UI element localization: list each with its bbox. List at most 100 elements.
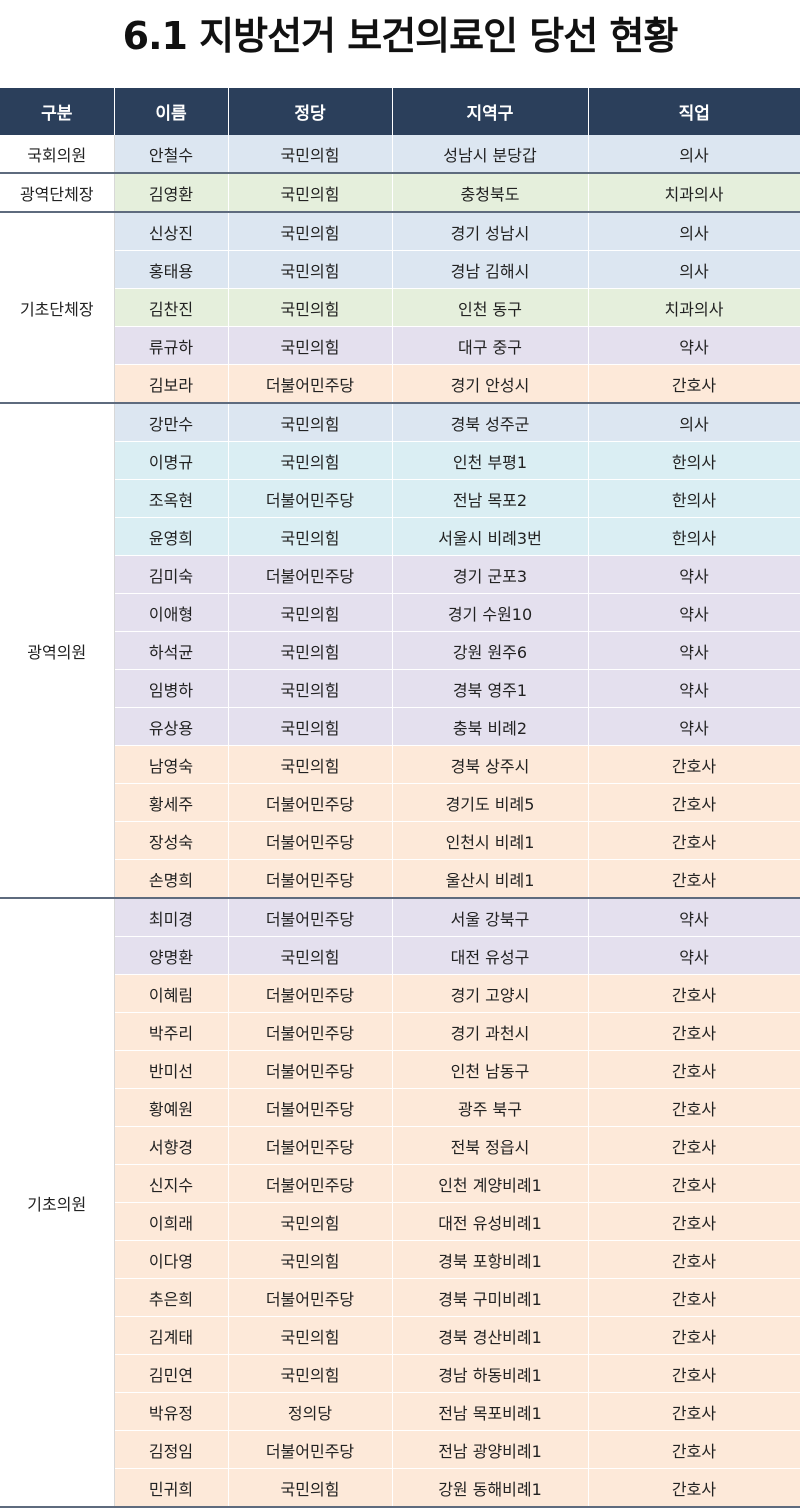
- table-row: 장성숙 더불어민주당 인천시 비례1 간호사: [0, 821, 800, 860]
- header-district: 지역구: [392, 88, 589, 135]
- district-cell: 울산시 비례1: [392, 859, 589, 899]
- table-row: 이혜림 더불어민주당 경기 고양시 간호사: [0, 974, 800, 1013]
- party-cell: 국민의힘: [228, 250, 393, 289]
- table-row: 임병하 국민의힘 경북 영주1 약사: [0, 669, 800, 708]
- table-row: 광역의원 강만수 국민의힘 경북 성주군 의사: [0, 403, 800, 899]
- name-cell: 김영환: [114, 173, 229, 213]
- job-cell: 의사: [588, 212, 800, 251]
- party-cell: 국민의힘: [228, 135, 393, 174]
- job-cell: 간호사: [588, 821, 800, 860]
- table-row: 홍태용 국민의힘 경남 김해시 의사: [0, 250, 800, 289]
- job-cell: 간호사: [588, 1278, 800, 1317]
- job-cell: 한의사: [588, 441, 800, 480]
- name-cell: 장성숙: [114, 821, 229, 860]
- district-cell: 서울시 비례3번: [392, 517, 589, 556]
- party-cell: 국민의힘: [228, 173, 393, 213]
- district-cell: 경기 수원10: [392, 593, 589, 632]
- name-cell: 윤영희: [114, 517, 229, 556]
- job-cell: 의사: [588, 403, 800, 442]
- name-cell: 유상용: [114, 707, 229, 746]
- district-cell: 경기 성남시: [392, 212, 589, 251]
- party-cell: 국민의힘: [228, 593, 393, 632]
- party-cell: 국민의힘: [228, 1202, 393, 1241]
- district-cell: 경북 성주군: [392, 403, 589, 442]
- job-cell: 약사: [588, 555, 800, 594]
- results-table-container: 구분 이름 정당 지역구 직업 국회의원 안철수 국민의힘 성남시 분당갑 의사 광역단체…: [0, 88, 800, 1508]
- job-cell: 의사: [588, 135, 800, 174]
- job-cell: 간호사: [588, 745, 800, 784]
- job-cell: 약사: [588, 593, 800, 632]
- name-cell: 박유정: [114, 1392, 229, 1431]
- party-cell: 국민의힘: [228, 707, 393, 746]
- name-cell: 손명희: [114, 859, 229, 899]
- district-cell: 경기 군포3: [392, 555, 589, 594]
- table-row: 기초단체장 신상진 국민의힘 경기 성남시 의사: [0, 212, 800, 404]
- job-cell: 간호사: [588, 1050, 800, 1089]
- district-cell: 경기도 비례5: [392, 783, 589, 822]
- name-cell: 박주리: [114, 1012, 229, 1051]
- table-row: 이희래 국민의힘 대전 유성비례1 간호사: [0, 1202, 800, 1241]
- job-cell: 간호사: [588, 1430, 800, 1469]
- name-cell: 민귀희: [114, 1468, 229, 1508]
- table-row: 이다영 국민의힘 경북 포항비례1 간호사: [0, 1240, 800, 1279]
- job-cell: 치과의사: [588, 288, 800, 327]
- party-cell: 국민의힘: [228, 631, 393, 670]
- job-cell: 한의사: [588, 479, 800, 518]
- table-row: 민귀희 국민의힘 강원 동해비례1 간호사: [0, 1468, 800, 1508]
- district-cell: 인천 부평1: [392, 441, 589, 480]
- table-row: 이애형 국민의힘 경기 수원10 약사: [0, 593, 800, 632]
- job-cell: 약사: [588, 707, 800, 746]
- district-cell: 충북 비례2: [392, 707, 589, 746]
- party-cell: 더불어민주당: [228, 1126, 393, 1165]
- party-cell: 더불어민주당: [228, 479, 393, 518]
- party-cell: 더불어민주당: [228, 555, 393, 594]
- job-cell: 간호사: [588, 1316, 800, 1355]
- party-cell: 국민의힘: [228, 1354, 393, 1393]
- job-cell: 약사: [588, 936, 800, 975]
- job-cell: 간호사: [588, 1392, 800, 1431]
- job-cell: 간호사: [588, 1240, 800, 1279]
- job-cell: 간호사: [588, 1354, 800, 1393]
- name-cell: 서향경: [114, 1126, 229, 1165]
- party-cell: 더불어민주당: [228, 364, 393, 404]
- table-row: 하석균 국민의힘 강원 원주6 약사: [0, 631, 800, 670]
- job-cell: 간호사: [588, 783, 800, 822]
- district-cell: 충청북도: [392, 173, 589, 213]
- name-cell: 안철수: [114, 135, 229, 174]
- district-cell: 인천 남동구: [392, 1050, 589, 1089]
- party-cell: 더불어민주당: [228, 859, 393, 899]
- table-row: 김정임 더불어민주당 전남 광양비례1 간호사: [0, 1430, 800, 1469]
- party-cell: 국민의힘: [228, 403, 393, 442]
- name-cell: 황예원: [114, 1088, 229, 1127]
- job-cell: 간호사: [588, 1012, 800, 1051]
- district-cell: 경기 과천시: [392, 1012, 589, 1051]
- table-row: 김민연 국민의힘 경남 하동비례1 간호사: [0, 1354, 800, 1393]
- job-cell: 간호사: [588, 859, 800, 899]
- table-row: 황세주 더불어민주당 경기도 비례5 간호사: [0, 783, 800, 822]
- district-cell: 경북 영주1: [392, 669, 589, 708]
- job-cell: 치과의사: [588, 173, 800, 213]
- district-cell: 강원 동해비례1: [392, 1468, 589, 1508]
- name-cell: 김민연: [114, 1354, 229, 1393]
- name-cell: 김미숙: [114, 555, 229, 594]
- district-cell: 대전 유성비례1: [392, 1202, 589, 1241]
- job-cell: 간호사: [588, 1126, 800, 1165]
- table-row: 박유정 정의당 전남 목포비례1 간호사: [0, 1392, 800, 1431]
- name-cell: 양명환: [114, 936, 229, 975]
- name-cell: 이희래: [114, 1202, 229, 1241]
- party-cell: 국민의힘: [228, 288, 393, 327]
- name-cell: 김찬진: [114, 288, 229, 327]
- job-cell: 간호사: [588, 1202, 800, 1241]
- district-cell: 서울 강북구: [392, 898, 589, 937]
- district-cell: 경북 상주시: [392, 745, 589, 784]
- header-name: 이름: [114, 88, 229, 135]
- job-cell: 간호사: [588, 1164, 800, 1203]
- party-cell: 더불어민주당: [228, 1430, 393, 1469]
- party-cell: 더불어민주당: [228, 1164, 393, 1203]
- party-cell: 더불어민주당: [228, 974, 393, 1013]
- name-cell: 황세주: [114, 783, 229, 822]
- table-row: 김미숙 더불어민주당 경기 군포3 약사: [0, 555, 800, 594]
- party-cell: 더불어민주당: [228, 1012, 393, 1051]
- table-row: 양명환 국민의힘 대전 유성구 약사: [0, 936, 800, 975]
- table-row: 박주리 더불어민주당 경기 과천시 간호사: [0, 1012, 800, 1051]
